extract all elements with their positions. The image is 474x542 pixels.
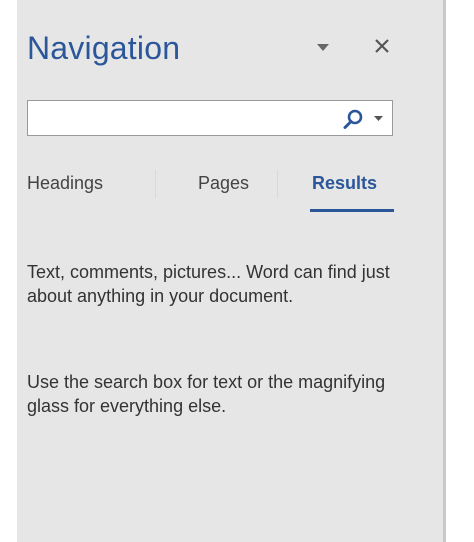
close-icon bbox=[375, 39, 389, 53]
document-area bbox=[446, 0, 474, 542]
chevron-down-icon bbox=[317, 43, 329, 51]
tab-separator bbox=[277, 170, 278, 198]
navigation-tabs: Headings Pages Results bbox=[27, 168, 407, 216]
active-tab-indicator bbox=[310, 209, 394, 212]
tab-results[interactable]: Results bbox=[312, 168, 377, 198]
tab-separator bbox=[155, 170, 156, 198]
pane-options-button[interactable] bbox=[310, 36, 336, 58]
tab-pages[interactable]: Pages bbox=[198, 168, 249, 198]
search-button[interactable] bbox=[340, 107, 366, 131]
results-hint-text: Text, comments, pictures... Word can fin… bbox=[27, 262, 390, 306]
search-options-dropdown[interactable] bbox=[368, 107, 388, 131]
pane-title: Navigation bbox=[27, 30, 181, 66]
magnifier-icon bbox=[343, 109, 363, 129]
results-tip-text: Use the search box for text or the magni… bbox=[27, 372, 386, 416]
tab-headings[interactable]: Headings bbox=[27, 168, 103, 198]
pane-close-button[interactable] bbox=[368, 32, 396, 60]
search-box bbox=[27, 100, 393, 136]
word-window-region: Navigation Headings Pages Results Text, … bbox=[0, 0, 474, 542]
caret-down-icon bbox=[373, 116, 383, 121]
search-input[interactable] bbox=[30, 103, 320, 133]
